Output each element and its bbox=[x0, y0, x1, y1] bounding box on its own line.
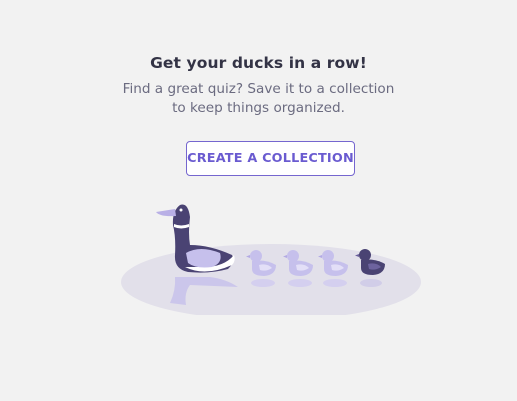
mother-duck-beak bbox=[156, 209, 176, 217]
empty-state-heading: Get your ducks in a row! bbox=[150, 54, 367, 72]
mother-duck-eye bbox=[179, 208, 183, 212]
duckling-2-reflection bbox=[288, 279, 312, 287]
duckling-1-head bbox=[250, 250, 262, 262]
ducks-in-a-row-illustration bbox=[121, 204, 421, 315]
duckling-3-reflection bbox=[323, 279, 347, 287]
empty-state: Get your ducks in a row! Find a great qu… bbox=[0, 0, 517, 401]
empty-state-subtext: Find a great quiz? Save it to a collecti… bbox=[122, 81, 395, 116]
duckling-2-head bbox=[287, 250, 299, 262]
duckling-4-head bbox=[359, 249, 371, 261]
duckling-1-reflection bbox=[251, 279, 275, 287]
duckling-4-reflection bbox=[360, 279, 382, 287]
duckling-3-head bbox=[322, 250, 334, 262]
mother-duck-wing bbox=[186, 249, 221, 268]
create-collection-button[interactable]: CREATE A COLLECTION bbox=[186, 141, 355, 176]
